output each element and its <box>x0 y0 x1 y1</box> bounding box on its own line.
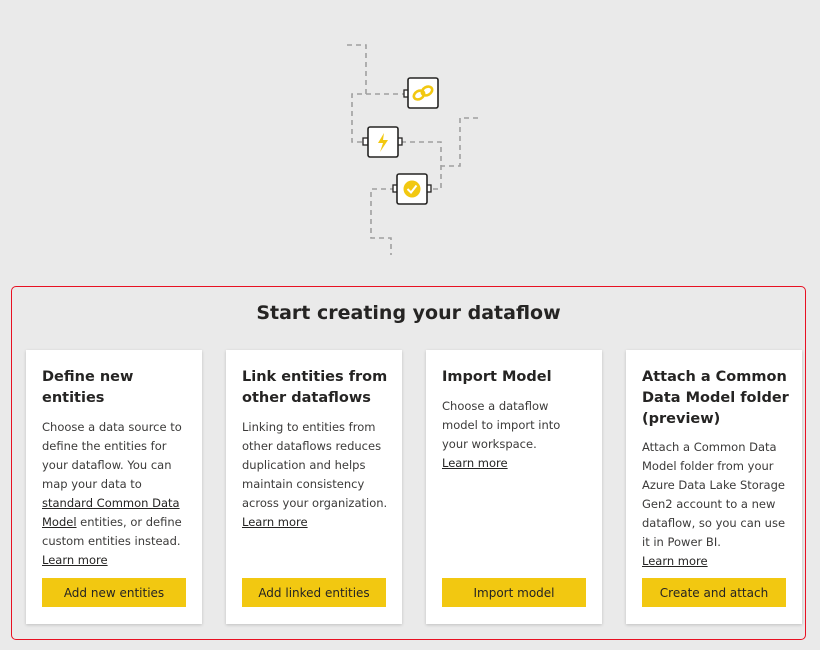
create-and-attach-button[interactable]: Create and attach <box>642 578 786 607</box>
import-model-button[interactable]: Import model <box>442 578 586 607</box>
create-dataflow-section: Start creating your dataflow Define new … <box>11 286 806 640</box>
lightning-node <box>362 126 403 158</box>
card-title: Define new entities <box>42 369 134 406</box>
checkmark-node <box>392 173 432 205</box>
section-title: Start creating your dataflow <box>256 302 561 324</box>
learn-more-link[interactable]: Learn more <box>642 552 708 571</box>
card-description: Choose a data source to define the entit… <box>42 418 190 570</box>
checkmark-badge-icon <box>403 180 421 198</box>
add-linked-entities-button[interactable]: Add linked entities <box>242 578 386 607</box>
card-title: Attach a Common Data Model folder (previ… <box>642 369 789 427</box>
link-node <box>403 77 439 109</box>
card-define-new-entities: Define new entities Choose a data source… <box>26 350 202 624</box>
learn-more-link[interactable]: Learn more <box>442 454 508 473</box>
card-import-model: Import Model Choose a dataflow model to … <box>426 350 602 624</box>
card-title: Link entities from other dataflows <box>242 369 388 406</box>
card-link-entities: Link entities from other dataflows Linki… <box>226 350 402 624</box>
learn-more-link[interactable]: Learn more <box>42 551 108 570</box>
card-description: Attach a Common Data Model folder from y… <box>642 438 788 571</box>
card-title: Import Model <box>442 369 552 385</box>
dataflow-illustration <box>347 44 478 255</box>
card-attach-cdm-folder: Attach a Common Data Model folder (previ… <box>626 350 802 624</box>
add-new-entities-button[interactable]: Add new entities <box>42 578 186 607</box>
card-description: Linking to entities from other dataflows… <box>242 418 390 532</box>
learn-more-link[interactable]: Learn more <box>242 513 308 532</box>
card-description: Choose a dataflow model to import into y… <box>442 397 582 473</box>
